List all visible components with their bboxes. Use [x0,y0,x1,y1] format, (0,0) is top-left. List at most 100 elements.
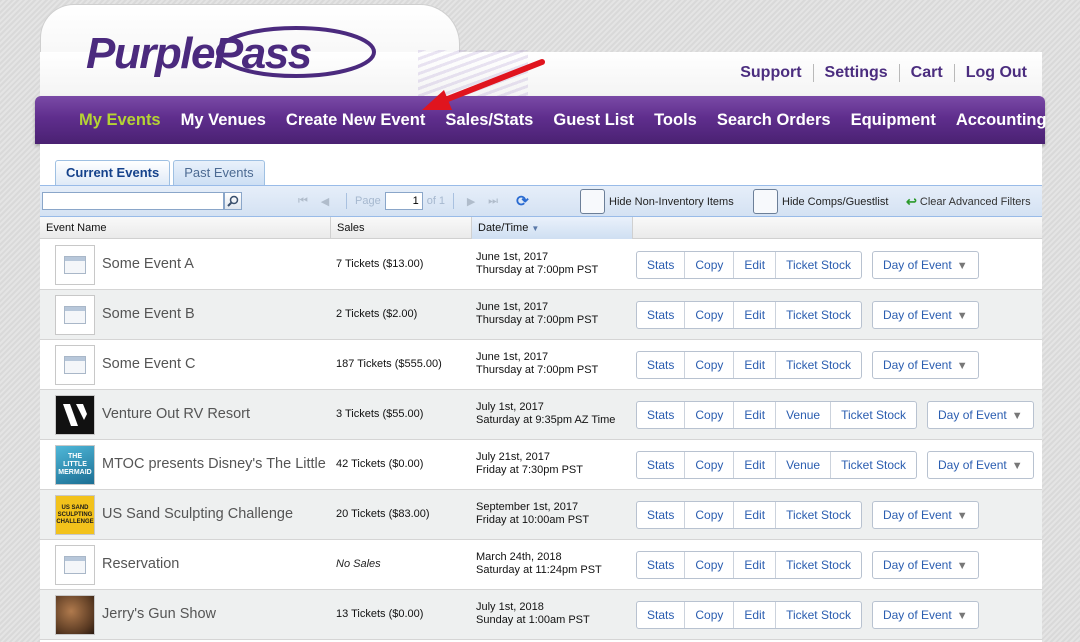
ticket-stock-button[interactable]: Ticket Stock [831,402,916,428]
nav-my-events[interactable]: My Events [69,111,171,130]
ticket-stock-button[interactable]: Ticket Stock [776,302,861,328]
event-name[interactable]: US Sand Sculpting Challenge [102,506,330,522]
day-of-event-label: Day of Event [938,458,1007,472]
ticket-stock-button[interactable]: Ticket Stock [831,452,916,478]
edit-button[interactable]: Edit [734,252,777,278]
event-time-line: Friday at 10:00am PST [476,514,590,526]
clear-filters-label: Clear Advanced Filters [919,196,1031,208]
table-row[interactable]: US SAND SCULPTING CHALLENGE US Sand Sculp… [40,490,1042,540]
day-of-event-dropdown[interactable]: Day of Event ▼ [871,601,979,629]
event-actions: Stats Copy Edit Venue Ticket Stock Day of Eve… [636,451,1034,479]
tab-past-events[interactable]: Past Events [173,160,265,185]
column-header-event-name[interactable]: Event Name [40,217,331,239]
table-row[interactable]: Some Event C 187 Tickets ($555.00) June 1s… [40,340,1042,390]
tab-current-events[interactable]: Current Events [55,160,171,185]
copy-button[interactable]: Copy [685,252,735,278]
event-name[interactable]: Reservation [102,556,330,572]
calendar-icon [64,356,86,374]
nav-accounting[interactable]: Accounting [946,111,1057,130]
stats-button[interactable]: Stats [637,602,686,628]
edit-button[interactable]: Edit [734,502,777,528]
search-button[interactable] [224,192,242,210]
table-row[interactable]: THE LITTLE MERMAID MTOC presents Disney's… [40,440,1042,490]
edit-button[interactable]: Edit [734,302,777,328]
event-name[interactable]: Some Event C [102,356,330,372]
stats-button[interactable]: Stats [637,552,686,578]
settings-link[interactable]: Settings [814,64,899,82]
ticket-stock-button[interactable]: Ticket Stock [776,352,861,378]
support-link[interactable]: Support [729,64,812,82]
stats-button[interactable]: Stats [637,252,686,278]
cart-link[interactable]: Cart [900,64,954,82]
ticket-stock-button[interactable]: Ticket Stock [776,602,861,628]
event-name[interactable]: Some Event A [102,256,330,272]
stats-button[interactable]: Stats [637,502,686,528]
edit-button[interactable]: Edit [734,552,777,578]
ticket-stock-button[interactable]: Ticket Stock [776,502,861,528]
table-row[interactable]: Some Event A 7 Tickets ($13.00) June 1st, … [40,240,1042,290]
last-page-icon[interactable]: ⏭ [484,195,502,208]
refresh-icon[interactable]: ⟳ [516,192,529,210]
ticket-stock-button[interactable]: Ticket Stock [776,252,861,278]
copy-button[interactable]: Copy [685,552,735,578]
edit-button[interactable]: Edit [734,452,777,478]
copy-button[interactable]: Copy [685,502,735,528]
edit-button[interactable]: Edit [734,602,777,628]
nav-equipment[interactable]: Equipment [841,111,946,130]
venue-button[interactable]: Venue [776,402,832,428]
day-of-event-dropdown[interactable]: Day of Event ▼ [871,301,979,329]
event-name[interactable]: MTOC presents Disney's The Little Mermai… [102,456,330,472]
nav-tools[interactable]: Tools [644,111,707,130]
hide-comps-toggle[interactable]: Hide Comps/Guestlist [753,189,888,214]
checkbox-icon[interactable] [753,189,778,214]
table-row[interactable]: Venture Out RV Resort 3 Tickets ($55.00) J… [40,390,1042,440]
nav-my-venues[interactable]: My Venues [171,111,276,130]
copy-button[interactable]: Copy [685,602,735,628]
first-page-icon[interactable]: ⏮ [294,195,312,208]
edit-button[interactable]: Edit [734,352,777,378]
day-of-event-dropdown[interactable]: Day of Event ▼ [871,501,979,529]
day-of-event-dropdown[interactable]: Day of Event ▼ [871,551,979,579]
nav-guest-list[interactable]: Guest List [543,111,644,130]
venue-button[interactable]: Venue [776,452,832,478]
event-name[interactable]: Some Event B [102,306,330,322]
next-page-icon[interactable]: ▶ [462,195,480,208]
stats-button[interactable]: Stats [637,302,686,328]
copy-button[interactable]: Copy [685,352,735,378]
nav-search-orders[interactable]: Search Orders [707,111,841,130]
prev-page-icon[interactable]: ◀ [316,195,334,208]
column-header-date-time[interactable]: Date/Time ▼ [472,217,633,239]
page-count-label: of 1 [426,195,446,207]
stats-button[interactable]: Stats [637,452,686,478]
purplepass-logo[interactable]: PurplePass [86,24,376,84]
ticket-stock-button[interactable]: Ticket Stock [776,552,861,578]
column-header-sales[interactable]: Sales [331,217,472,239]
event-date: July 21st, 2017 Friday at 7:30pm PST [476,451,583,477]
day-of-event-dropdown[interactable]: Day of Event ▼ [871,251,979,279]
day-of-event-dropdown[interactable]: Day of Event ▼ [927,451,1034,479]
nav-sales-stats[interactable]: Sales/Stats [435,111,543,130]
event-name[interactable]: Jerry's Gun Show [102,606,330,622]
search-input[interactable] [42,192,224,210]
svg-text:PurplePass: PurplePass [86,29,311,78]
checkbox-icon[interactable] [580,189,605,214]
copy-button[interactable]: Copy [685,452,735,478]
caret-down-icon: ▼ [953,360,968,372]
table-row[interactable]: Some Event B 2 Tickets ($2.00) June 1st, 2… [40,290,1042,340]
action-button-group: Stats Copy Edit Ticket Stock [636,501,862,529]
day-of-event-dropdown[interactable]: Day of Event ▼ [927,401,1034,429]
copy-button[interactable]: Copy [685,402,735,428]
hide-non-inventory-toggle[interactable]: Hide Non-Inventory Items [580,189,734,214]
table-row[interactable]: Reservation No Sales March 24th, 2018 Satur… [40,540,1042,590]
stats-button[interactable]: Stats [637,402,686,428]
logout-link[interactable]: Log Out [955,64,1038,82]
table-row[interactable]: Jerry's Gun Show 13 Tickets ($0.00) July 1… [40,590,1042,640]
nav-create-new-event[interactable]: Create New Event [276,111,435,130]
day-of-event-dropdown[interactable]: Day of Event ▼ [871,351,979,379]
stats-button[interactable]: Stats [637,352,686,378]
edit-button[interactable]: Edit [734,402,777,428]
clear-advanced-filters-button[interactable]: ↩ Clear Advanced Filters [906,194,1031,210]
copy-button[interactable]: Copy [685,302,735,328]
event-name[interactable]: Venture Out RV Resort [102,406,330,422]
page-number-input[interactable] [384,192,423,210]
